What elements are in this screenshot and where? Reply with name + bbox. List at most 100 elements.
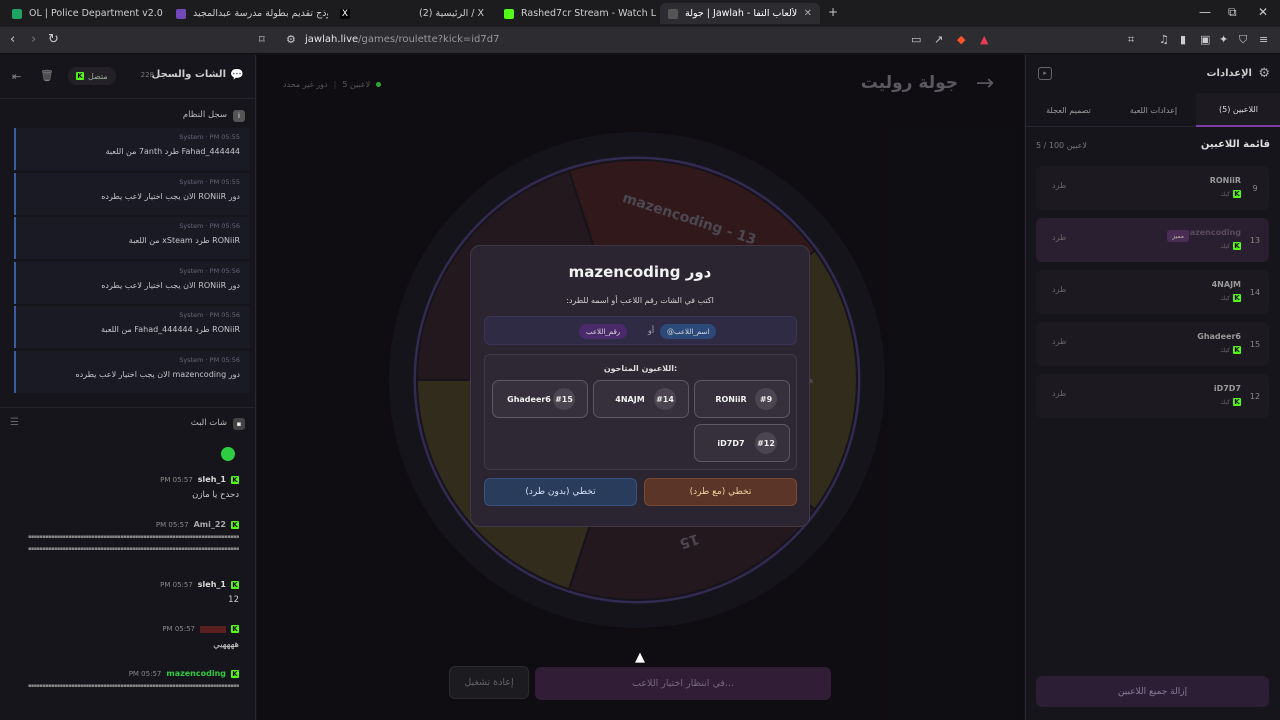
kick-icon: K [231,475,239,484]
bookmark-icon[interactable]: ⌑ [259,33,265,46]
chat-username[interactable]: mazencoding [166,669,226,678]
chat-bubble-icon: ▪ [233,418,245,430]
player-card[interactable]: #15 Ghadeer6 [492,380,588,418]
browser-tab[interactable]: Rashed7cr Stream - Watch Live on Ki [496,3,656,24]
chat-time: PM 05:57 [128,669,162,678]
x-logo-icon: X [340,8,350,19]
tab-players[interactable]: اللاعبين (5) [1196,93,1280,127]
kick-icon: K [1233,294,1241,302]
share-icon[interactable]: ↗ [934,33,943,46]
chat-username[interactable] [200,625,226,633]
player-number: #15 [553,388,575,410]
kick-button[interactable]: طرد [1052,181,1066,190]
player-platform: كيك K [1220,346,1241,354]
menu-icon[interactable]: ≡ [1259,33,1268,46]
skip-with-kick-button[interactable]: تخطي (مع طرد) [644,478,797,506]
music-icon[interactable]: ♫ [1159,33,1169,46]
chat-username[interactable]: sleh_1 [198,580,226,589]
player-card[interactable]: #14 4NAJM [593,380,689,418]
kick-button[interactable]: طرد [1052,285,1066,294]
chat-icon: 💬 [230,68,244,81]
kick-icon: K [1233,346,1241,354]
chip-number: رقم_اللاعب [579,324,628,339]
chip-name: @اسم_اللاعب [660,324,717,339]
address-bar[interactable]: jawlah.live/games/roulette?kick=id7d7 [305,34,499,45]
screenshot-icon[interactable]: ⌗ [1128,33,1134,47]
kick-button[interactable]: طرد [1052,389,1066,398]
syslog-msg: RONiiR طرد Fahad_444444 من اللعبة [101,325,240,334]
emote-row: ▪▪▪▪▪▪▪▪▪▪▪▪▪▪▪▪▪▪▪▪▪▪▪▪▪▪▪▪▪▪▪▪▪▪▪▪▪▪▪▪… [28,683,239,689]
chat-time: PM 05:57 [155,520,189,529]
wallet-icon[interactable]: ▣ [1200,33,1210,46]
skip-without-kick-button[interactable]: تخطي (بدون طرد) [484,478,637,506]
browser-tab[interactable]: X (2) الرئيسية / X [332,3,492,24]
player-platform: كيك K [1220,294,1241,302]
emote-row: ▪▪▪▪▪▪▪▪▪▪▪▪▪▪▪▪▪▪▪▪▪▪▪▪▪▪▪▪▪▪▪▪▪▪▪▪▪▪▪▪… [28,546,239,552]
chat-time: PM 05:57 [160,580,193,589]
maximize-icon[interactable]: ⧉ [1228,5,1237,20]
player-card[interactable]: #9 RONiiR [694,380,790,418]
brave-shield-icon[interactable]: ◆ [957,33,965,46]
syslog-meta: System · PM 05:55 [179,133,240,141]
close-window-icon[interactable]: ✕ [1258,5,1268,19]
player-number: 14 [1249,287,1261,297]
new-tab-button[interactable]: + [828,5,838,19]
mouse-cursor-icon: ▲ [635,650,645,665]
browser-toolbar: ‹ › ↻ ⌑ ⚙ jawlah.live/games/roulette?kic… [0,27,1280,54]
reload-icon[interactable]: ↻ [48,32,59,47]
back-icon[interactable]: ‹ [10,32,15,47]
tab-label: جولة | Jawlah - منصة الألعاب التفا [685,8,798,19]
vpn-icon[interactable]: ⛉ [1239,33,1247,47]
chat-username[interactable]: sleh_1 [198,475,226,484]
jawlah-icon [668,8,678,19]
player-card[interactable]: #12 iD7D7 [694,424,790,462]
chat-title: الشات والسجل [151,69,226,80]
kick-icon: K [1233,398,1241,406]
chat-username[interactable]: Ami_22 [194,520,226,529]
syslog-title: سجل النظام [182,110,227,120]
kick-icon: K [231,625,239,633]
app: ⇤ 🗑 K متصل 228 الشات والسجل 💬 سجل النظام… [0,55,1280,720]
filter-icon[interactable]: ☰ [10,417,19,428]
forward-icon[interactable]: › [31,32,36,47]
minimize-icon[interactable]: — [1199,5,1211,19]
kick-icon: K [76,72,84,80]
chat-meta: PM 05:57 sleh_1 K [160,580,239,589]
player-name: RONiiR [1209,176,1241,185]
tab-game-settings[interactable]: إعدادات اللعبة [1111,93,1196,127]
syslog-entry: System · PM 05:55 Fahad_444444 طرد 7anth… [14,128,250,170]
kick-button[interactable]: طرد [1052,233,1066,242]
trash-icon[interactable]: 🗑 [40,69,54,82]
brave-rewards-icon[interactable]: ▲ [980,33,988,46]
collapse-icon[interactable]: ⇤ [12,70,21,83]
browser-tab[interactable]: نموذج تقديم بطولة مدرسة عبدالمجيد [168,3,328,24]
player-row: 13 mazencoding مميز كيك K طرد [1036,218,1269,262]
collapse-panel-icon[interactable]: ▸ [1038,67,1052,80]
site-info-icon[interactable]: ⚙ [286,33,296,46]
kick-button[interactable]: طرد [1052,337,1066,346]
livechat-title: شات البث [190,418,227,428]
browser-tab[interactable]: OL | Police Department v2.0 - بيانات [4,3,164,24]
syslog-msg: دور RONiiR الان يجب اختيار لاعب يطرده [101,192,240,201]
syslog-entry: System · PM 05:56 دور RONiiR الان يجب اخ… [14,262,250,304]
player-name: Ghadeer6 [507,394,551,404]
chat-meta: PM 05:57 sleh_1 K [160,475,239,484]
player-name: iD7D7 [717,438,745,448]
cast-icon[interactable]: ▭ [911,33,921,46]
remove-all-players-button[interactable]: إزالة جميع اللاعبين [1036,676,1269,707]
chat-time: PM 05:57 [162,625,195,633]
kick-icon: K [1233,190,1241,198]
syslog-entry: System · PM 05:56 RONiiR طرد xSteam من ا… [14,217,250,259]
player-number: #14 [654,388,676,410]
close-tab-icon[interactable]: ✕ [798,8,812,19]
player-number: #12 [755,432,777,454]
player-list-count: 5 / 100 لاعبين [1036,141,1087,150]
url-host: jawlah.live [305,34,359,45]
sidebar-icon[interactable]: ▮ [1180,33,1186,46]
tab-wheel-design[interactable]: تصميم العجلة [1026,93,1111,127]
browser-tab-active[interactable]: جولة | Jawlah - منصة الألعاب التفا ✕ [660,3,820,24]
syslog-meta: System · PM 05:56 [179,311,240,319]
platform-label: كيك [1220,346,1230,354]
leo-ai-icon[interactable]: ✦ [1219,33,1228,46]
player-row: 15 Ghadeer6 كيك K طرد [1036,322,1269,366]
